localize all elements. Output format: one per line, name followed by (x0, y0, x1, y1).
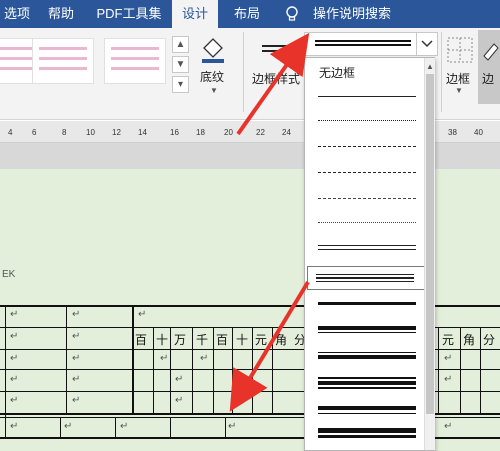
word-window: 选项 帮助 PDF工具集 设计 布局 操作说明搜索 ▲ ▼ ▾ 底纹 ▼ 边框 … (0, 0, 500, 451)
annotation-arrows (229, 32, 310, 412)
arrow-to-table (229, 280, 310, 412)
arrow-to-combobox (236, 32, 310, 136)
